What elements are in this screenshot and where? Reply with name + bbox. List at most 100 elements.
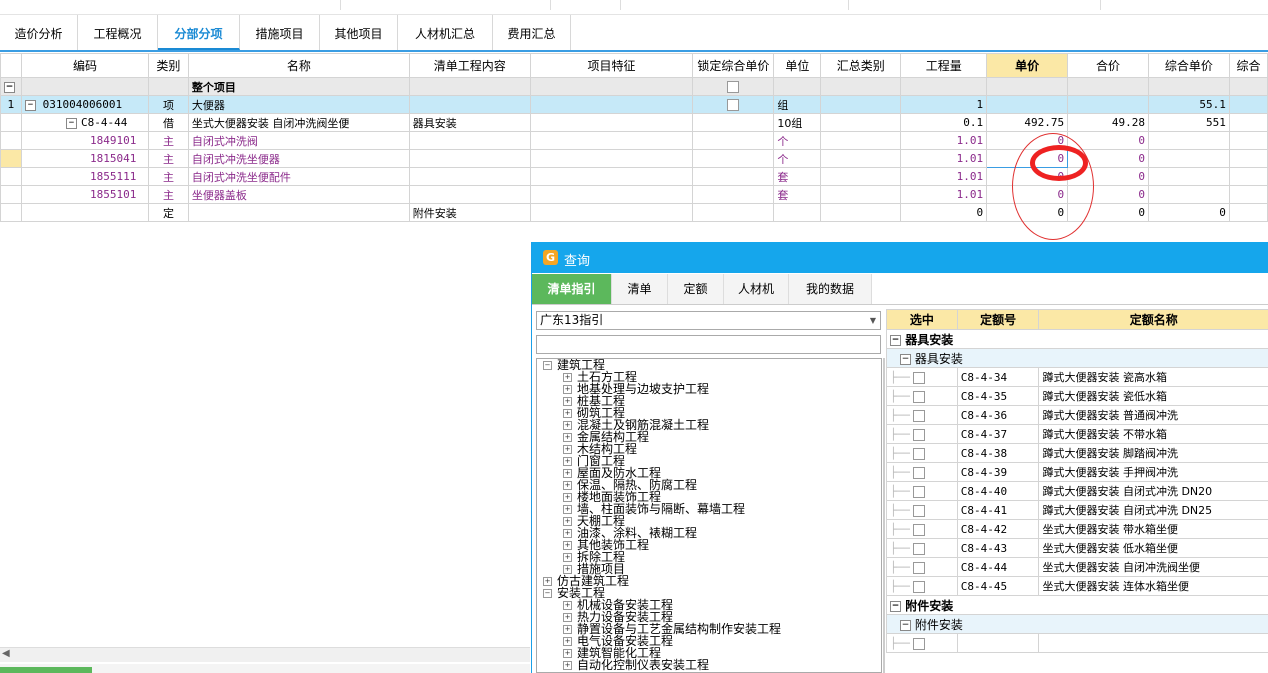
grid-header-total-price[interactable]: 合价 <box>1067 53 1149 78</box>
cell-name[interactable]: 大便器 <box>187 95 410 114</box>
cell-type[interactable]: 定 <box>147 203 189 222</box>
cell-quota-name[interactable]: 蹲式大便器安装 手押阀冲洗 <box>1038 462 1268 482</box>
grid-header-summary-type[interactable]: 汇总类别 <box>820 53 902 78</box>
cell-qty[interactable]: 1 <box>900 95 988 114</box>
cell-name[interactable]: 坐式大便器安装 自闭冲洗阀坐便 <box>187 113 410 132</box>
table-row[interactable]: − C8-4-44 借 坐式大便器安装 自闭冲洗阀坐便 器具安装 10组 0.1 … <box>0 113 1268 132</box>
collapse-icon[interactable]: − <box>543 361 552 370</box>
cell-comp-more[interactable] <box>1228 203 1268 222</box>
cell-code[interactable] <box>20 203 149 222</box>
cell-content[interactable] <box>408 167 531 186</box>
search-input[interactable] <box>536 335 881 354</box>
quota-subgroup-cell[interactable]: − 器具安装 <box>886 348 1268 368</box>
cell-quota-name[interactable]: 蹲式大便器安装 瓷高水箱 <box>1038 367 1268 387</box>
cell-feature[interactable] <box>529 185 694 204</box>
header-quota-code[interactable]: 定额号 <box>956 309 1040 330</box>
quota-group-cell[interactable]: − 附件安装 <box>886 595 1268 615</box>
header-quota-name[interactable]: 定额名称 <box>1038 309 1268 330</box>
expand-icon[interactable]: + <box>563 625 572 634</box>
expand-icon[interactable]: + <box>563 637 572 646</box>
expand-icon[interactable]: + <box>563 445 572 454</box>
expand-icon[interactable]: + <box>563 613 572 622</box>
tab-labor-material[interactable]: 人材机 <box>724 274 789 304</box>
expand-icon[interactable]: + <box>563 541 572 550</box>
cell-quota-name[interactable]: 蹲式大便器安装 自闭式冲洗 DN25 <box>1038 500 1268 520</box>
cell-quota-code[interactable]: C8-4-45 <box>956 576 1040 596</box>
tab-other-items[interactable]: 其他项目 <box>320 15 398 50</box>
cell-select[interactable]: ├── <box>886 443 958 463</box>
cell-quota-name[interactable] <box>1038 633 1268 653</box>
tree-node[interactable]: + 自动化控制仪表安装工程 <box>563 659 709 671</box>
select-checkbox[interactable] <box>913 523 926 536</box>
cell-unit[interactable]: 个 <box>773 131 822 150</box>
cell-unit[interactable]: 10组 <box>773 113 822 132</box>
lock-checkbox[interactable] <box>727 99 740 111</box>
grid-header-feature[interactable]: 项目特征 <box>529 53 694 78</box>
cell-select[interactable]: ├── <box>886 462 958 482</box>
expand-icon[interactable]: + <box>563 397 572 406</box>
cell-code[interactable]: − 031004006001 <box>20 95 149 114</box>
collapse-icon[interactable]: − <box>900 353 911 365</box>
cell-feature[interactable] <box>529 167 694 186</box>
cell-unit[interactable]: 个 <box>773 149 822 168</box>
cell-type[interactable]: 项 <box>147 95 189 114</box>
cell-lock[interactable] <box>692 167 775 186</box>
cell-price[interactable] <box>986 95 1069 114</box>
cell-type[interactable] <box>147 77 189 96</box>
table-row[interactable]: ├── C8-4-40 蹲式大便器安装 自闭式冲洗 DN20 <box>886 481 1268 501</box>
expand-icon[interactable]: + <box>563 433 572 442</box>
grid-header-content[interactable]: 清单工程内容 <box>408 53 531 78</box>
cell-lock[interactable] <box>692 131 775 150</box>
quota-subgroup-row[interactable]: − 器具安装 <box>886 348 1268 368</box>
cell-quota-name[interactable]: 蹲式大便器安装 不带水箱 <box>1038 424 1268 444</box>
cell-quota-code[interactable]: C8-4-37 <box>956 424 1040 444</box>
cell-name[interactable]: 整个项目 <box>187 77 410 96</box>
cell-feature[interactable] <box>529 113 694 132</box>
cell-select[interactable]: ├── <box>886 633 958 653</box>
cell-comp[interactable]: 0 <box>1147 203 1230 222</box>
cell-lock[interactable] <box>692 113 775 132</box>
cell-content[interactable] <box>408 95 531 114</box>
cell-select[interactable]: ├── <box>886 424 958 444</box>
cell-comp-more[interactable] <box>1228 77 1268 96</box>
cell-comp[interactable]: 551 <box>1147 113 1230 132</box>
cell-unit[interactable] <box>773 77 822 96</box>
tab-project-overview[interactable]: 工程概况 <box>78 15 158 50</box>
cell-quota-name[interactable]: 坐式大便器安装 自闭冲洗阀坐便 <box>1038 557 1268 577</box>
chevron-down-icon[interactable]: ▼ <box>870 312 876 329</box>
tab-fee-summary[interactable]: 费用汇总 <box>493 15 571 50</box>
cell-quota-name[interactable]: 蹲式大便器安装 自闭式冲洗 DN20 <box>1038 481 1268 501</box>
expand-icon[interactable]: + <box>563 469 572 478</box>
select-checkbox[interactable] <box>913 542 926 555</box>
cell-code[interactable]: 1815041 <box>20 149 149 168</box>
cell-code[interactable]: − C8-4-44 <box>20 113 149 132</box>
quota-subgroup-row[interactable]: − 附件安装 <box>886 614 1268 634</box>
cell-select[interactable]: ├── <box>886 557 958 577</box>
tab-my-data[interactable]: 我的数据 <box>789 274 872 304</box>
select-checkbox[interactable] <box>913 504 926 517</box>
tree-scrollbar[interactable] <box>883 358 885 673</box>
expand-icon[interactable]: + <box>563 373 572 382</box>
tab-labor-material-summary[interactable]: 人材机汇总 <box>398 15 493 50</box>
select-checkbox[interactable] <box>913 428 926 441</box>
expand-icon[interactable]: + <box>563 553 572 562</box>
grid-header-type[interactable]: 类别 <box>147 53 189 78</box>
collapse-icon[interactable]: − <box>65 118 77 129</box>
cell-unit[interactable]: 套 <box>773 185 822 204</box>
cell-feature[interactable] <box>529 131 694 150</box>
cell-type[interactable]: 主 <box>147 149 189 168</box>
cell-quota-code[interactable]: C8-4-42 <box>956 519 1040 539</box>
cell-lock[interactable] <box>692 95 775 114</box>
cell-quota-code[interactable]: C8-4-40 <box>956 481 1040 501</box>
table-row[interactable]: ├── C8-4-42 坐式大便器安装 带水箱坐便 <box>886 519 1268 539</box>
quota-subgroup-cell[interactable]: − 附件安装 <box>886 614 1268 634</box>
cell-code[interactable]: 1855111 <box>20 167 149 186</box>
select-checkbox[interactable] <box>913 580 926 593</box>
quota-group-row[interactable]: − 器具安装 <box>886 329 1268 349</box>
cell-name[interactable]: 自闭式冲洗坐便器 <box>187 149 410 168</box>
lock-checkbox[interactable] <box>727 81 740 93</box>
cell-comp[interactable] <box>1147 149 1230 168</box>
cell-quota-code[interactable]: C8-4-39 <box>956 462 1040 482</box>
cell-comp[interactable] <box>1147 167 1230 186</box>
cell-quota-code[interactable]: C8-4-36 <box>956 405 1040 425</box>
